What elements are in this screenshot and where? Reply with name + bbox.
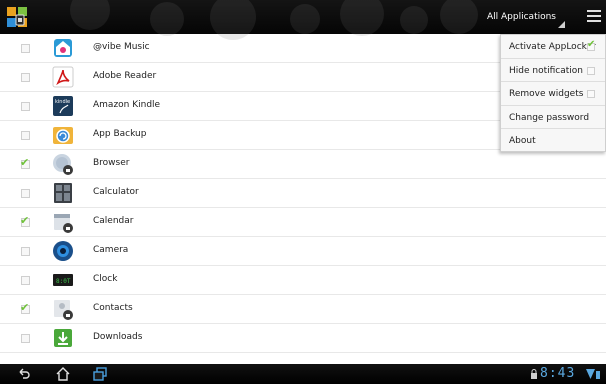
clock-icon: 8:0T bbox=[53, 274, 73, 286]
dropdown-triangle-icon bbox=[558, 21, 565, 28]
app-row[interactable]: 8:0T Clock bbox=[0, 266, 606, 295]
menu-item-label: Hide notification bbox=[509, 65, 583, 76]
app-checkbox[interactable]: ✔ bbox=[20, 156, 30, 169]
menu-item[interactable]: Change password bbox=[501, 106, 605, 129]
app-name: Contacts bbox=[93, 303, 133, 313]
applocker-logo-icon bbox=[7, 7, 27, 27]
app-name: Downloads bbox=[93, 332, 143, 342]
app-backup-icon bbox=[53, 127, 73, 144]
app-row[interactable]: Calculator bbox=[0, 179, 606, 208]
kindle-icon: kindle bbox=[53, 96, 73, 116]
menu-item-label: Activate AppLocker bbox=[509, 42, 596, 52]
lock-status-icon bbox=[531, 369, 537, 379]
svg-text:8:0T: 8:0T bbox=[56, 278, 71, 285]
app-checkbox[interactable] bbox=[21, 189, 30, 198]
menu-item[interactable]: Activate AppLocker ✔ bbox=[501, 35, 605, 59]
app-checkbox[interactable] bbox=[21, 44, 30, 53]
app-checkbox[interactable] bbox=[21, 73, 30, 82]
clock-time: 8:43 bbox=[540, 366, 576, 381]
filter-dropdown-label: All Applications bbox=[487, 12, 556, 22]
app-name: App Backup bbox=[93, 129, 147, 139]
app-checkbox[interactable]: ✔ bbox=[20, 214, 30, 227]
checkmark-icon: ✔ bbox=[20, 214, 30, 227]
svg-text:kindle: kindle bbox=[55, 99, 70, 105]
home-icon[interactable] bbox=[55, 366, 71, 382]
contacts-icon bbox=[54, 300, 73, 320]
calculator-icon bbox=[54, 183, 72, 203]
app-checkbox[interactable] bbox=[21, 247, 30, 256]
app-row[interactable]: Downloads bbox=[0, 324, 606, 353]
back-icon[interactable] bbox=[16, 366, 32, 382]
options-menu: Activate AppLocker ✔ Hide notification Remo… bbox=[500, 34, 606, 152]
calendar-icon bbox=[54, 214, 73, 233]
vibe-music-icon bbox=[54, 39, 72, 57]
adobe-reader-icon bbox=[52, 66, 74, 88]
wifi-signal-icon bbox=[586, 369, 600, 379]
system-nav-bar: 8:43 bbox=[0, 364, 606, 384]
screen: All Applications @vibe Music Adobe Reader… bbox=[0, 0, 606, 384]
app-name: Browser bbox=[93, 158, 130, 168]
overflow-menu-icon[interactable] bbox=[587, 10, 601, 24]
app-name: Clock bbox=[93, 274, 118, 284]
app-name: Amazon Kindle bbox=[93, 100, 161, 110]
menu-item-label: Remove widgets bbox=[509, 89, 584, 99]
app-name: Adobe Reader bbox=[93, 71, 157, 81]
action-bar: All Applications bbox=[0, 0, 606, 40]
app-checkbox[interactable] bbox=[21, 276, 30, 285]
downloads-icon bbox=[54, 329, 72, 347]
app-name: Camera bbox=[93, 245, 129, 255]
app-row[interactable]: Camera bbox=[0, 237, 606, 266]
app-name: @vibe Music bbox=[93, 42, 150, 52]
app-row[interactable]: ✔ Browser bbox=[0, 150, 606, 179]
app-row[interactable]: ✔ Contacts bbox=[0, 295, 606, 324]
menu-item[interactable]: Hide notification bbox=[501, 59, 605, 82]
camera-icon bbox=[53, 241, 73, 261]
recent-apps-icon[interactable] bbox=[92, 366, 108, 382]
app-name: Calculator bbox=[93, 187, 139, 197]
menu-checkbox[interactable]: ✔ bbox=[587, 39, 596, 51]
filter-dropdown[interactable]: All Applications bbox=[481, 8, 567, 28]
app-checkbox[interactable] bbox=[21, 102, 30, 111]
app-checkbox[interactable] bbox=[21, 334, 30, 343]
app-name: Calendar bbox=[93, 216, 134, 226]
menu-item-label: About bbox=[509, 136, 536, 146]
menu-item[interactable]: Remove widgets bbox=[501, 82, 605, 106]
app-checkbox[interactable]: ✔ bbox=[20, 301, 30, 314]
menu-checkbox[interactable] bbox=[587, 90, 595, 98]
checkmark-icon: ✔ bbox=[20, 156, 30, 169]
checkmark-icon: ✔ bbox=[587, 39, 596, 50]
app-checkbox[interactable] bbox=[21, 131, 30, 140]
menu-checkbox[interactable] bbox=[587, 66, 595, 75]
app-row[interactable]: ✔ Calendar bbox=[0, 208, 606, 237]
menu-item[interactable]: About bbox=[501, 129, 605, 153]
checkmark-icon: ✔ bbox=[20, 301, 30, 314]
browser-icon bbox=[53, 154, 73, 175]
menu-item-label: Change password bbox=[509, 112, 590, 123]
